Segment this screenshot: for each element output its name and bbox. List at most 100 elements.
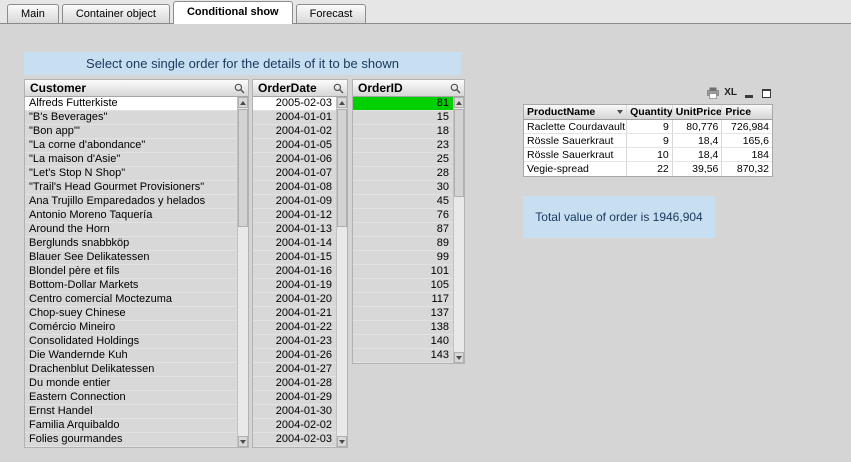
- customer-list-item[interactable]: "Bon app'": [25, 125, 237, 139]
- search-icon[interactable]: [233, 82, 245, 94]
- orderid-list-item[interactable]: 99: [353, 251, 453, 265]
- customer-scrollbar[interactable]: [237, 97, 248, 447]
- orderid-list-item[interactable]: 81: [353, 97, 453, 111]
- customer-list-item[interactable]: Comércio Mineiro: [25, 321, 237, 335]
- orderid-list-item[interactable]: 87: [353, 223, 453, 237]
- orderid-list-item[interactable]: 18: [353, 125, 453, 139]
- customer-list-item[interactable]: Familia Arquibaldo: [25, 419, 237, 433]
- column-header-quantity[interactable]: Quantity: [627, 105, 673, 119]
- orderid-scrollbar[interactable]: [453, 97, 464, 363]
- table-cell[interactable]: 10: [627, 148, 673, 161]
- scroll-down-button[interactable]: [238, 436, 248, 447]
- search-icon[interactable]: [449, 82, 461, 94]
- orderid-list-item[interactable]: 143: [353, 349, 453, 363]
- orderdate-list-item[interactable]: 2004-01-12: [253, 209, 336, 223]
- customer-list-item[interactable]: Antonio Moreno Taquería: [25, 209, 237, 223]
- orderdate-list-item[interactable]: 2004-01-07: [253, 167, 336, 181]
- tab-conditional-show[interactable]: Conditional show: [173, 1, 293, 24]
- table-cell[interactable]: 165,6: [722, 134, 772, 147]
- table-row[interactable]: Raclette Courdavault980,776726,984: [524, 120, 772, 134]
- customer-list-item[interactable]: Blondel père et fils: [25, 265, 237, 279]
- table-cell[interactable]: 22: [627, 162, 673, 176]
- scroll-up-button[interactable]: [454, 97, 464, 108]
- orderdate-list-item[interactable]: 2004-01-05: [253, 139, 336, 153]
- orderid-list-item[interactable]: 28: [353, 167, 453, 181]
- tab-container-object[interactable]: Container object: [62, 4, 170, 23]
- orderdate-list-item[interactable]: 2004-02-02: [253, 419, 336, 433]
- orderdate-list-item[interactable]: 2004-01-28: [253, 377, 336, 391]
- orderdate-list-item[interactable]: 2004-01-21: [253, 307, 336, 321]
- table-cell[interactable]: 870,32: [722, 162, 772, 176]
- orderdate-list-item[interactable]: 2004-01-26: [253, 349, 336, 363]
- print-icon[interactable]: [706, 87, 719, 99]
- search-icon[interactable]: [332, 82, 344, 94]
- orderid-list-item[interactable]: 140: [353, 335, 453, 349]
- customer-list-item[interactable]: Drachenblut Delikatessen: [25, 363, 237, 377]
- customer-list-item[interactable]: Die Wandernde Kuh: [25, 349, 237, 363]
- scroll-thumb[interactable]: [337, 109, 347, 227]
- orderdate-list-item[interactable]: 2004-01-23: [253, 335, 336, 349]
- customer-list-item[interactable]: Consolidated Holdings: [25, 335, 237, 349]
- customer-list-item[interactable]: "Trail's Head Gourmet Provisioners": [25, 181, 237, 195]
- orderdate-list-item[interactable]: 2004-01-30: [253, 405, 336, 419]
- orderdate-list-item[interactable]: 2004-01-15: [253, 251, 336, 265]
- table-cell[interactable]: 9: [627, 134, 673, 147]
- excel-export-icon[interactable]: XL: [724, 87, 737, 99]
- orderdate-list-item[interactable]: 2004-01-27: [253, 363, 336, 377]
- orderdate-list-item[interactable]: 2004-01-02: [253, 125, 336, 139]
- orderdate-list-item[interactable]: 2004-01-08: [253, 181, 336, 195]
- orderid-list-item[interactable]: 76: [353, 209, 453, 223]
- customer-list-item[interactable]: "La corne d'abondance": [25, 139, 237, 153]
- orderid-list-item[interactable]: 23: [353, 139, 453, 153]
- orderid-list-item[interactable]: 30: [353, 181, 453, 195]
- orderdate-list-item[interactable]: 2004-01-13: [253, 223, 336, 237]
- customer-list-item[interactable]: Du monde entier: [25, 377, 237, 391]
- table-cell[interactable]: 39,56: [673, 162, 723, 176]
- orderdate-list-item[interactable]: 2004-01-29: [253, 391, 336, 405]
- table-row[interactable]: Vegie-spread2239,56870,32: [524, 162, 772, 176]
- orderdate-list-item[interactable]: 2004-01-06: [253, 153, 336, 167]
- orderdate-list-item[interactable]: 2004-01-16: [253, 265, 336, 279]
- orderid-list-item[interactable]: 45: [353, 195, 453, 209]
- scroll-down-button[interactable]: [454, 352, 464, 363]
- table-cell[interactable]: 18,4: [673, 134, 723, 147]
- customer-list-item[interactable]: "Let's Stop N Shop": [25, 167, 237, 181]
- table-row[interactable]: Rössle Sauerkraut918,4165,6: [524, 134, 772, 148]
- orderid-list-item[interactable]: 89: [353, 237, 453, 251]
- orderdate-list-item[interactable]: 2004-01-01: [253, 111, 336, 125]
- table-cell[interactable]: 726,984: [722, 120, 772, 133]
- scroll-thumb[interactable]: [238, 109, 248, 227]
- customer-list-item[interactable]: Eastern Connection: [25, 391, 237, 405]
- orderdate-list-item[interactable]: 2004-01-14: [253, 237, 336, 251]
- table-cell[interactable]: 9: [627, 120, 673, 133]
- orderid-list-item[interactable]: 101: [353, 265, 453, 279]
- table-cell[interactable]: 18,4: [673, 148, 723, 161]
- table-cell[interactable]: 80,776: [673, 120, 723, 133]
- column-header-price[interactable]: Price: [722, 105, 772, 119]
- customer-list-item[interactable]: Ernst Handel: [25, 405, 237, 419]
- scroll-up-button[interactable]: [337, 97, 347, 108]
- customer-list-item[interactable]: Centro comercial Moctezuma: [25, 293, 237, 307]
- customer-list-item[interactable]: "B's Beverages": [25, 111, 237, 125]
- orderdate-list-item[interactable]: 2004-01-09: [253, 195, 336, 209]
- table-cell[interactable]: Rössle Sauerkraut: [524, 134, 627, 147]
- maximize-icon[interactable]: [760, 87, 773, 99]
- table-row[interactable]: Rössle Sauerkraut1018,4184: [524, 148, 772, 162]
- orderid-list-item[interactable]: 15: [353, 111, 453, 125]
- customer-list-item[interactable]: Bottom-Dollar Markets: [25, 279, 237, 293]
- scroll-down-button[interactable]: [337, 436, 347, 447]
- orderdate-list-item[interactable]: 2004-01-22: [253, 321, 336, 335]
- orderid-list-item[interactable]: 138: [353, 321, 453, 335]
- customer-list-item[interactable]: "La maison d'Asie": [25, 153, 237, 167]
- tab-main[interactable]: Main: [7, 4, 59, 23]
- orderid-list-item[interactable]: 25: [353, 153, 453, 167]
- table-cell[interactable]: Rössle Sauerkraut: [524, 148, 627, 161]
- orderdate-list-item[interactable]: 2004-01-19: [253, 279, 336, 293]
- orderid-list-item[interactable]: 105: [353, 279, 453, 293]
- table-cell[interactable]: Raclette Courdavault: [524, 120, 627, 133]
- tab-forecast[interactable]: Forecast: [296, 4, 367, 23]
- minimize-icon[interactable]: [742, 87, 755, 99]
- table-cell[interactable]: Vegie-spread: [524, 162, 627, 176]
- orderdate-list-item[interactable]: 2005-02-03: [253, 97, 336, 111]
- customer-list-item[interactable]: Berglunds snabbköp: [25, 237, 237, 251]
